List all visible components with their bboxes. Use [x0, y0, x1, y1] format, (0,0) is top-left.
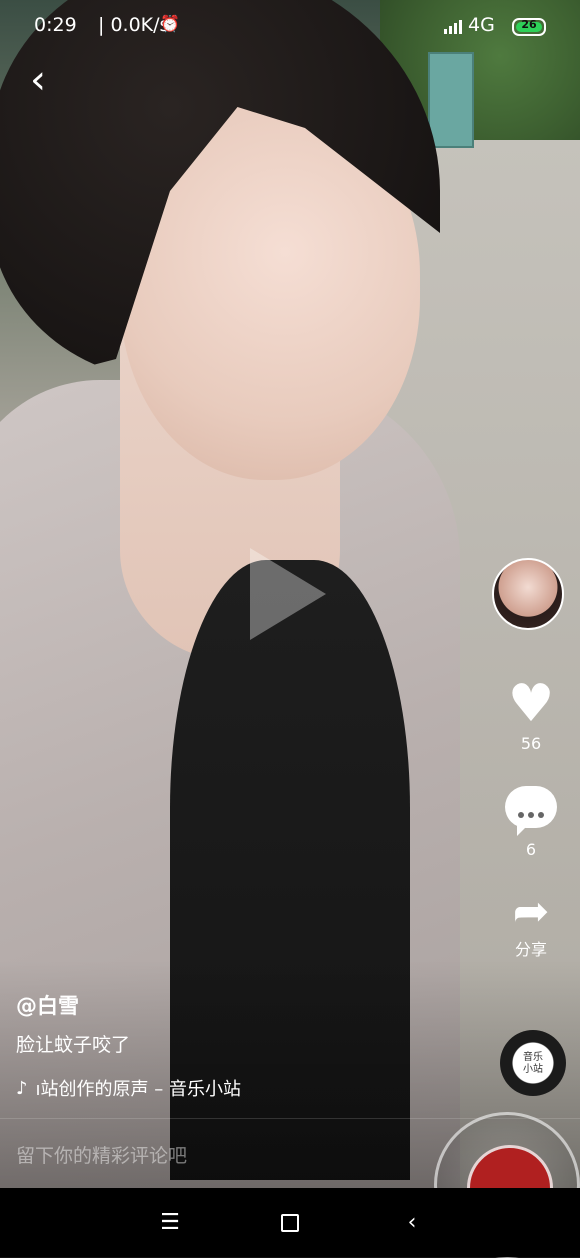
- comment-count: 6: [525, 840, 537, 859]
- menu-icon[interactable]: ☰: [140, 1188, 200, 1257]
- heart-icon[interactable]: ♥: [500, 676, 562, 732]
- music-disc[interactable]: 音乐 小站: [500, 1030, 566, 1096]
- music-row[interactable]: ♪ ı站创作的原声 – 音乐小站: [16, 1075, 456, 1101]
- alarm-icon: ⏰: [160, 14, 180, 33]
- video-background-sign: [428, 52, 474, 148]
- battery-level: 26: [521, 18, 537, 31]
- music-disc-label: 音乐 小站: [523, 1052, 543, 1075]
- network-type: 4G: [468, 14, 495, 36]
- comment-input[interactable]: 留下你的精彩评论吧: [16, 1141, 187, 1168]
- status-bar: 0:29 | 0.0K/s ⏰ 4G 26: [0, 0, 580, 52]
- share-label: 分享: [514, 940, 547, 959]
- share-icon[interactable]: ➦: [500, 890, 562, 934]
- comment-button[interactable]: 6: [500, 786, 562, 859]
- signal-icon: [444, 18, 466, 34]
- like-count: 56: [520, 734, 542, 753]
- status-net-speed: | 0.0K/s: [98, 14, 170, 36]
- caption: 脸让蚊子咬了: [16, 1034, 131, 1056]
- nav-back-icon[interactable]: ‹: [382, 1188, 442, 1257]
- system-nav-bar: ☰ ‹: [0, 1188, 580, 1257]
- battery-icon: 26: [512, 18, 546, 36]
- share-button[interactable]: ➦ 分享: [500, 890, 562, 960]
- play-icon[interactable]: [250, 548, 326, 640]
- music-title[interactable]: ı站创作的原声 – 音乐小站: [36, 1075, 241, 1101]
- music-note-icon: ♪: [16, 1077, 28, 1099]
- username[interactable]: @白雪: [16, 990, 456, 1020]
- author-avatar[interactable]: [492, 558, 564, 630]
- status-time: 0:29: [34, 14, 77, 36]
- back-button[interactable]: ‹: [18, 58, 58, 102]
- comment-icon[interactable]: [505, 786, 557, 836]
- home-icon[interactable]: [260, 1188, 320, 1257]
- post-info: @白雪 脸让蚊子咬了 ♪ ı站创作的原声 – 音乐小站: [16, 990, 456, 1101]
- like-button[interactable]: ♥ 56: [500, 676, 562, 753]
